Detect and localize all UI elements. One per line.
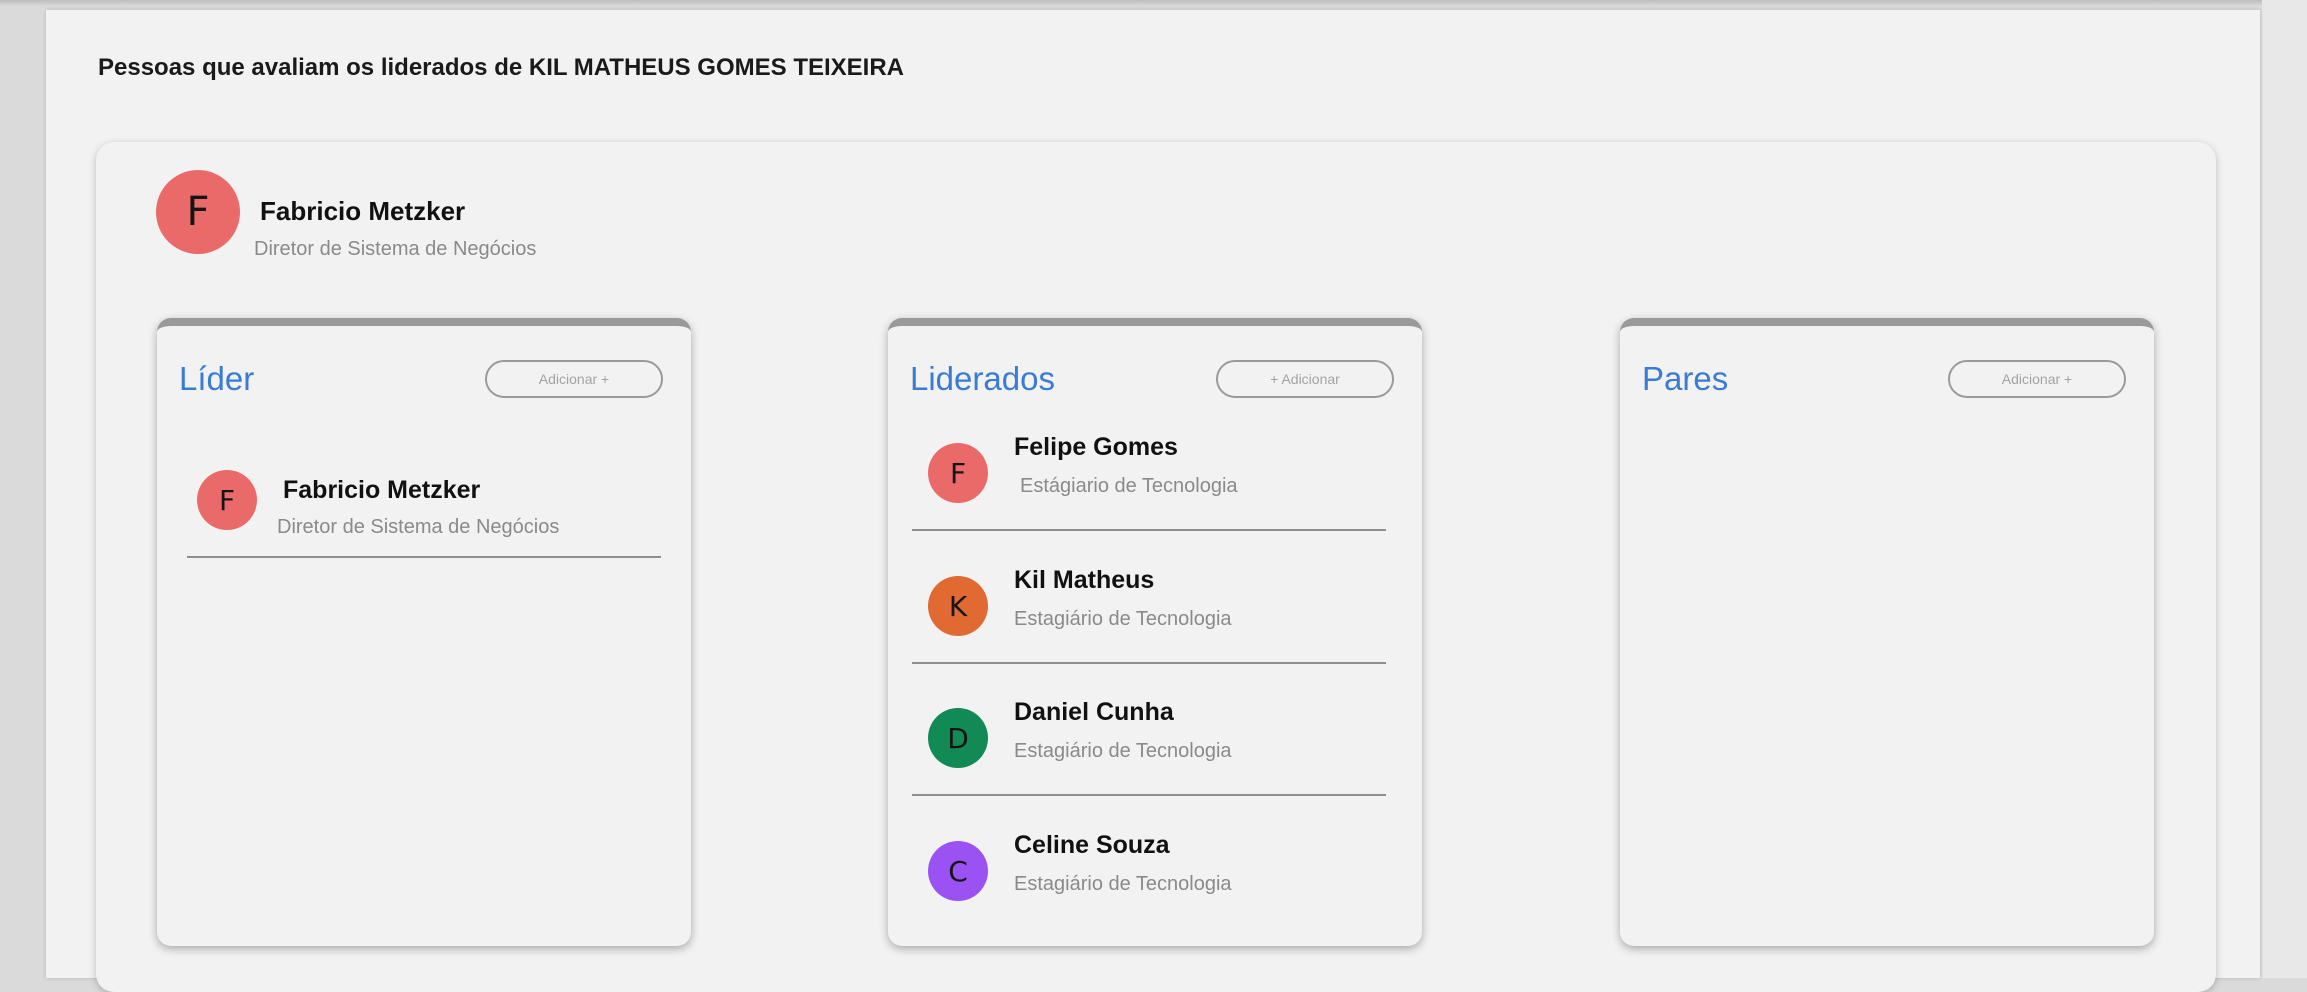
- person-name: Kil Matheus: [1014, 566, 1155, 594]
- person-role: Estágiario de Tecnologia: [1020, 475, 1238, 497]
- top-shadow: [0, 0, 2307, 6]
- right-scroll-rail[interactable]: [2262, 0, 2307, 978]
- avatar: F: [197, 470, 257, 530]
- panel-title-lider: Líder: [179, 360, 255, 397]
- list-item[interactable]: F Felipe Gomes Estágiario de Tecnologia: [888, 433, 1422, 565]
- page-title: Pessoas que avaliam os liderados de KIL …: [98, 54, 905, 81]
- person-role: Diretor de Sistema de Negócios: [254, 238, 537, 260]
- person-name: Fabricio Metzker: [283, 476, 481, 504]
- panel-pares: Pares Adicionar +: [1620, 318, 2154, 946]
- head-person: F Fabricio Metzker Diretor de Sistema de…: [156, 170, 756, 270]
- person-name: Celine Souza: [1014, 831, 1170, 859]
- page-container: Pessoas que avaliam os liderados de KIL …: [46, 10, 2260, 992]
- divider: [912, 794, 1386, 796]
- avatar: K: [928, 576, 988, 636]
- panel-liderados: Liderados + Adicionar F Felipe Gomes Est…: [888, 318, 1422, 946]
- person-role: Estagiário de Tecnologia: [1014, 740, 1232, 762]
- panel-lider: Líder Adicionar + F Fabricio Metzker Dir…: [157, 318, 691, 946]
- person-name: Daniel Cunha: [1014, 698, 1174, 726]
- panel-title-pares: Pares: [1642, 360, 1729, 397]
- panel-title-liderados: Liderados: [910, 360, 1055, 397]
- avatar: C: [928, 841, 988, 901]
- person-role: Estagiário de Tecnologia: [1014, 608, 1232, 630]
- divider: [187, 556, 661, 558]
- add-liderado-button[interactable]: + Adicionar: [1216, 360, 1394, 398]
- person-role: Estagiário de Tecnologia: [1014, 873, 1232, 895]
- person-role: Diretor de Sistema de Negócios: [277, 516, 560, 538]
- avatar: F: [928, 443, 988, 503]
- divider: [912, 529, 1386, 531]
- divider: [912, 662, 1386, 664]
- list-item[interactable]: F Fabricio Metzker Diretor de Sistema de…: [157, 460, 691, 592]
- avatar: D: [928, 708, 988, 768]
- list-item[interactable]: K Kil Matheus Estagiário de Tecnologia: [888, 566, 1422, 698]
- add-par-button[interactable]: Adicionar +: [1948, 360, 2126, 398]
- person-name: Felipe Gomes: [1014, 433, 1178, 461]
- add-lider-button[interactable]: Adicionar +: [485, 360, 663, 398]
- list-item[interactable]: C Celine Souza Estagiário de Tecnologia: [888, 831, 1422, 963]
- avatar: F: [156, 170, 240, 254]
- list-item[interactable]: D Daniel Cunha Estagiário de Tecnologia: [888, 698, 1422, 830]
- person-name: Fabricio Metzker: [260, 196, 466, 226]
